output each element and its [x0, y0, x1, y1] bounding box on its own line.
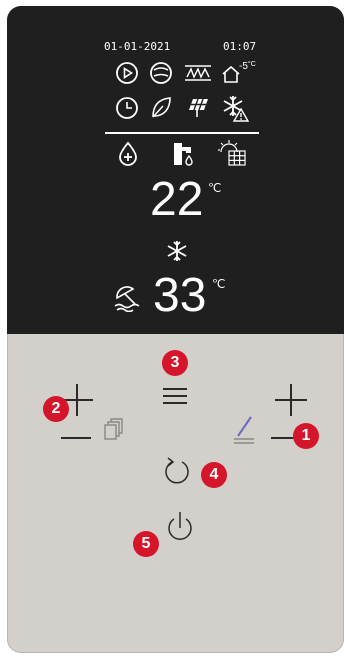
status-divider [105, 132, 259, 134]
heating-setpoint-unit: ℃ [208, 181, 222, 195]
solar-panel-icon [187, 96, 211, 120]
copy-icon [102, 418, 124, 447]
menu-button[interactable] [161, 386, 189, 411]
water-drop-plus-icon [117, 141, 139, 167]
outdoor-temp-value: -5°C [239, 61, 256, 72]
heating-element-icon [183, 63, 213, 83]
solar-grid-icon [217, 138, 247, 168]
time-label: 01:07 [223, 40, 257, 53]
callout-badge-4: 4 [201, 462, 227, 488]
right-plus-button[interactable] [271, 380, 311, 425]
heating-setpoint-value: 22 [150, 173, 204, 226]
pen-edit-icon [232, 414, 256, 449]
left-minus-button[interactable] [59, 430, 93, 451]
beach-umbrella-icon [113, 286, 141, 312]
clock-icon [115, 96, 139, 120]
callout-badge-1: 1 [293, 423, 319, 449]
cooling-setpoint-unit: ℃ [212, 277, 226, 291]
cooling-setpoint-value: 33 [153, 269, 207, 322]
date-label: 01-01-2021 [104, 40, 171, 53]
pump-icon [149, 61, 173, 85]
controller-device: 01-01-2021 01:07 -5°C 22 ℃ 33 ℃ 1 2 3 4 … [7, 6, 344, 653]
outdoor-temp-number: -5 [239, 61, 248, 72]
power-button[interactable] [165, 508, 195, 549]
callout-badge-3: 3 [162, 350, 188, 376]
play-circle-icon [115, 61, 139, 85]
snowflake-warning-icon [221, 94, 249, 122]
callout-badge-2: 2 [43, 396, 69, 422]
snowflake-icon [165, 239, 189, 263]
display-screen: 01-01-2021 01:07 -5°C 22 ℃ 33 ℃ [7, 6, 344, 334]
house-outdoor-icon [221, 64, 241, 84]
leaf-icon [149, 95, 173, 121]
tap-water-icon [171, 141, 195, 167]
outdoor-temp-unit: °C [247, 61, 256, 68]
refresh-button[interactable] [163, 455, 191, 492]
callout-badge-5: 5 [133, 531, 159, 557]
